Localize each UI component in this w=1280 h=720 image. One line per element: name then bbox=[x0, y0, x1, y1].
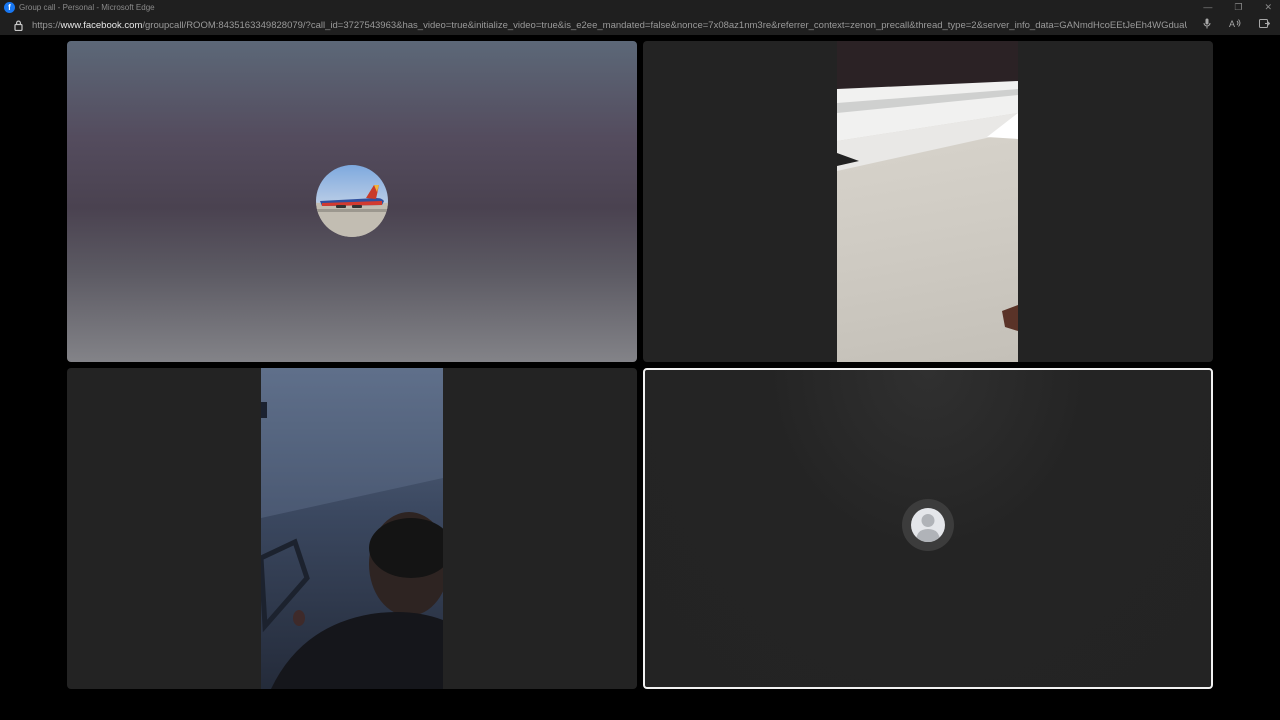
default-avatar bbox=[902, 499, 954, 551]
participant-video-feed bbox=[261, 368, 443, 689]
restore-icon[interactable]: ❐ bbox=[1234, 0, 1242, 15]
participant-tile-3[interactable] bbox=[67, 368, 637, 689]
svg-text:A: A bbox=[1229, 19, 1235, 29]
participant-tile-2[interactable] bbox=[643, 41, 1213, 362]
extension-icon[interactable] bbox=[1259, 18, 1271, 32]
url-path: /groupcall/ROOM:8435163349828079/?call_i… bbox=[142, 19, 1187, 31]
participant-profile-picture bbox=[316, 165, 388, 237]
address-bar-icons: A bbox=[1203, 15, 1271, 35]
person-scene bbox=[261, 368, 443, 689]
url-text[interactable]: https://www.facebook.com/groupcall/ROOM:… bbox=[32, 20, 1187, 31]
address-bar[interactable]: https://www.facebook.com/groupcall/ROOM:… bbox=[0, 15, 1280, 35]
microphone-icon[interactable] bbox=[1203, 18, 1211, 32]
minimize-icon[interactable]: — bbox=[1203, 0, 1212, 15]
ceiling-wall-scene bbox=[837, 41, 1018, 331]
participant-tile-4-active[interactable] bbox=[643, 368, 1213, 689]
close-icon[interactable]: ✕ bbox=[1264, 0, 1272, 15]
browser-title-bar: f Group call - Personal - Microsoft Edge… bbox=[0, 0, 1280, 15]
participant-video-feed bbox=[837, 41, 1018, 362]
participant-tile-1[interactable] bbox=[67, 41, 637, 362]
facebook-favicon-icon: f bbox=[4, 2, 15, 13]
airplane-image bbox=[316, 185, 388, 237]
window-title: Group call - Personal - Microsoft Edge bbox=[19, 3, 155, 12]
default-profile-icon bbox=[911, 508, 945, 542]
read-aloud-icon[interactable]: A bbox=[1229, 18, 1241, 32]
url-domain: www.facebook.com bbox=[60, 19, 143, 31]
lock-icon[interactable] bbox=[10, 15, 26, 35]
url-prefix: https:// bbox=[32, 19, 61, 31]
window-controls: — ❐ ✕ bbox=[1203, 0, 1272, 15]
call-stage bbox=[0, 35, 1280, 720]
